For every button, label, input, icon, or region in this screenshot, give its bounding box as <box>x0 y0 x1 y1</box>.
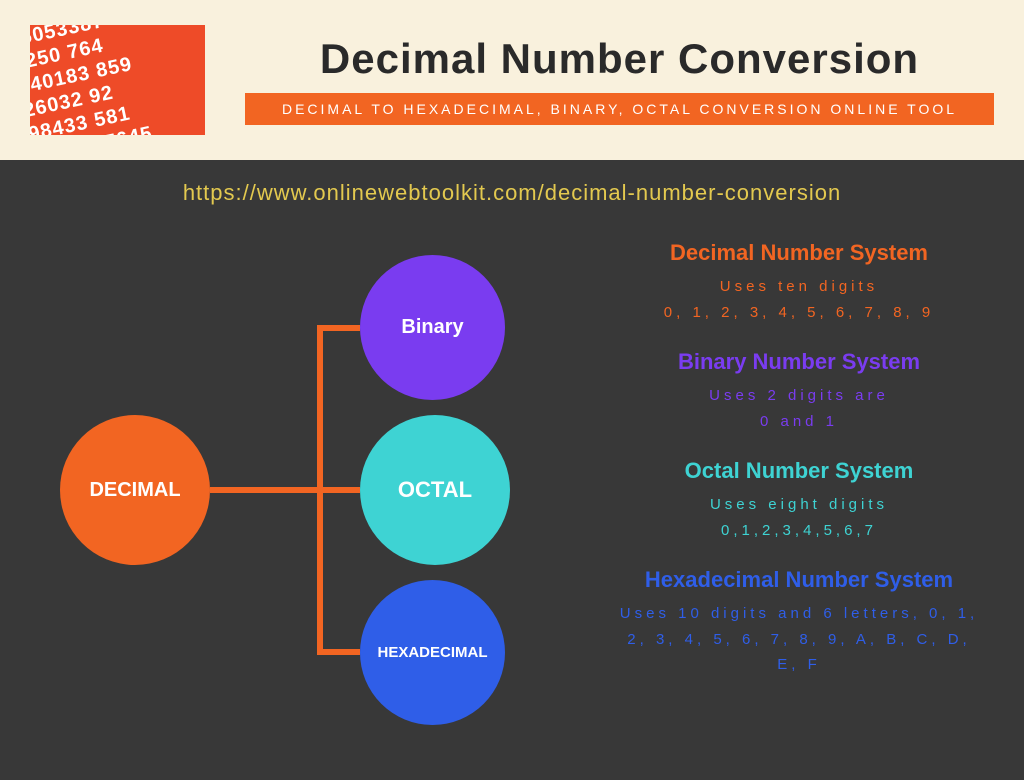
info-octal: Octal Number System Uses eight digits 0,… <box>614 458 984 543</box>
info-decimal-title: Decimal Number System <box>614 240 984 266</box>
hex-circle: HEXADECIMAL <box>360 580 505 725</box>
url-text: https://www.onlinewebtoolkit.com/decimal… <box>30 180 994 206</box>
header-right: Decimal Number Conversion DECIMAL TO HEX… <box>245 35 994 125</box>
page-title: Decimal Number Conversion <box>245 35 994 83</box>
logo-digits: 76053387 0250 764 040183 859 26032 92 98… <box>30 25 155 135</box>
info-hex-body: Uses 10 digits and 6 letters, 0, 1, 2, 3… <box>614 601 984 678</box>
octal-circle: OCTAL <box>360 415 510 565</box>
binary-circle: Binary <box>360 255 505 400</box>
info-hex-title: Hexadecimal Number System <box>614 567 984 593</box>
info-panel: Decimal Number System Uses ten digits 0,… <box>614 240 984 702</box>
info-hex: Hexadecimal Number System Uses 10 digits… <box>614 567 984 678</box>
header: 76053387 0250 764 040183 859 26032 92 98… <box>0 0 1024 160</box>
binary-label: Binary <box>401 316 463 339</box>
info-octal-body: Uses eight digits 0,1,2,3,4,5,6,7 <box>614 492 984 543</box>
content: https://www.onlinewebtoolkit.com/decimal… <box>0 160 1024 768</box>
decimal-circle: DECIMAL <box>60 415 210 565</box>
info-decimal-body: Uses ten digits 0, 1, 2, 3, 4, 5, 6, 7, … <box>614 274 984 325</box>
diagram: DECIMAL Binary OCTAL HEXADECIMAL <box>60 220 600 780</box>
decimal-label: DECIMAL <box>89 479 180 502</box>
subtitle-bar: DECIMAL TO HEXADECIMAL, BINARY, OCTAL CO… <box>245 93 994 125</box>
octal-label: OCTAL <box>398 477 472 503</box>
hex-label: HEXADECIMAL <box>377 644 487 661</box>
info-binary-body: Uses 2 digits are 0 and 1 <box>614 383 984 434</box>
info-binary-title: Binary Number System <box>614 349 984 375</box>
info-octal-title: Octal Number System <box>614 458 984 484</box>
info-decimal: Decimal Number System Uses ten digits 0,… <box>614 240 984 325</box>
info-binary: Binary Number System Uses 2 digits are 0… <box>614 349 984 434</box>
logo-numbers-image: 76053387 0250 764 040183 859 26032 92 98… <box>30 25 205 135</box>
